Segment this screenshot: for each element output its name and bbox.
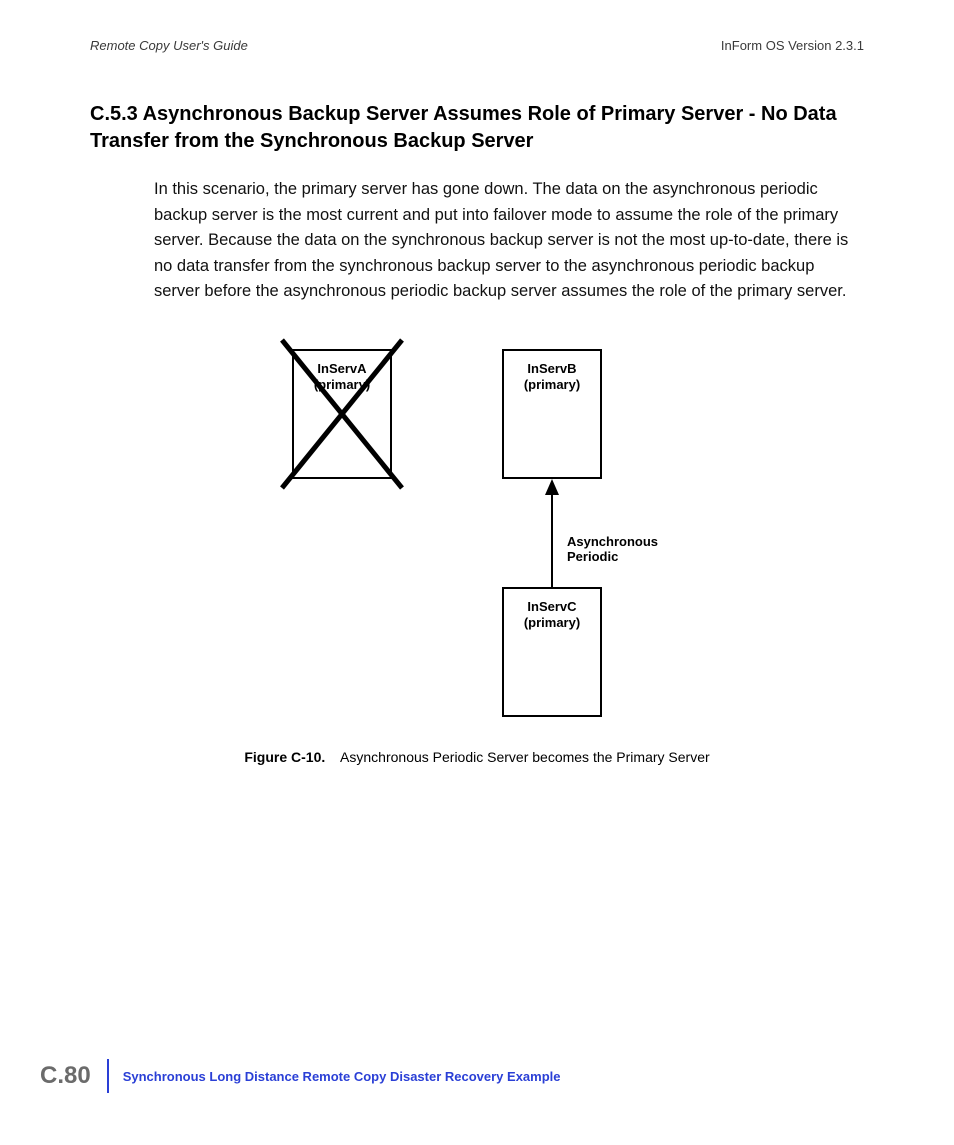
footer-divider	[107, 1059, 109, 1093]
figure-number: Figure C-10.	[244, 749, 325, 765]
server-a-name: InServA	[294, 361, 390, 377]
figure-diagram: InServA (primary) InServB (primary) InSe…	[197, 341, 757, 731]
page-content: Remote Copy User's Guide InForm OS Versi…	[0, 0, 954, 765]
server-b-role: (primary)	[504, 377, 600, 393]
figure-caption-text: Asynchronous Periodic Server becomes the…	[340, 749, 710, 765]
arrow-label-line1: Asynchronous	[567, 534, 658, 550]
server-a-role: (primary)	[294, 377, 390, 393]
server-c-role: (primary)	[504, 615, 600, 631]
server-b-name: InServB	[504, 361, 600, 377]
server-b-box: InServB (primary)	[502, 349, 602, 479]
page-footer: C.80 Synchronous Long Distance Remote Co…	[40, 1059, 561, 1093]
body-paragraph: In this scenario, the primary server has…	[154, 177, 864, 305]
running-header: Remote Copy User's Guide InForm OS Versi…	[90, 38, 864, 53]
section-heading: C.5.3 Asynchronous Backup Server Assumes…	[90, 101, 864, 155]
server-c-box: InServC (primary)	[502, 587, 602, 717]
header-right: InForm OS Version 2.3.1	[721, 38, 864, 53]
arrow-up-icon	[545, 479, 559, 587]
server-a-box: InServA (primary)	[292, 349, 392, 479]
arrow-label: Asynchronous Periodic	[567, 534, 658, 565]
figure-caption: Figure C-10. Asynchronous Periodic Serve…	[90, 749, 864, 765]
arrow-label-line2: Periodic	[567, 549, 658, 565]
footer-section-link[interactable]: Synchronous Long Distance Remote Copy Di…	[123, 1069, 561, 1084]
header-left: Remote Copy User's Guide	[90, 38, 248, 53]
page-number: C.80	[40, 1062, 107, 1090]
server-c-name: InServC	[504, 599, 600, 615]
